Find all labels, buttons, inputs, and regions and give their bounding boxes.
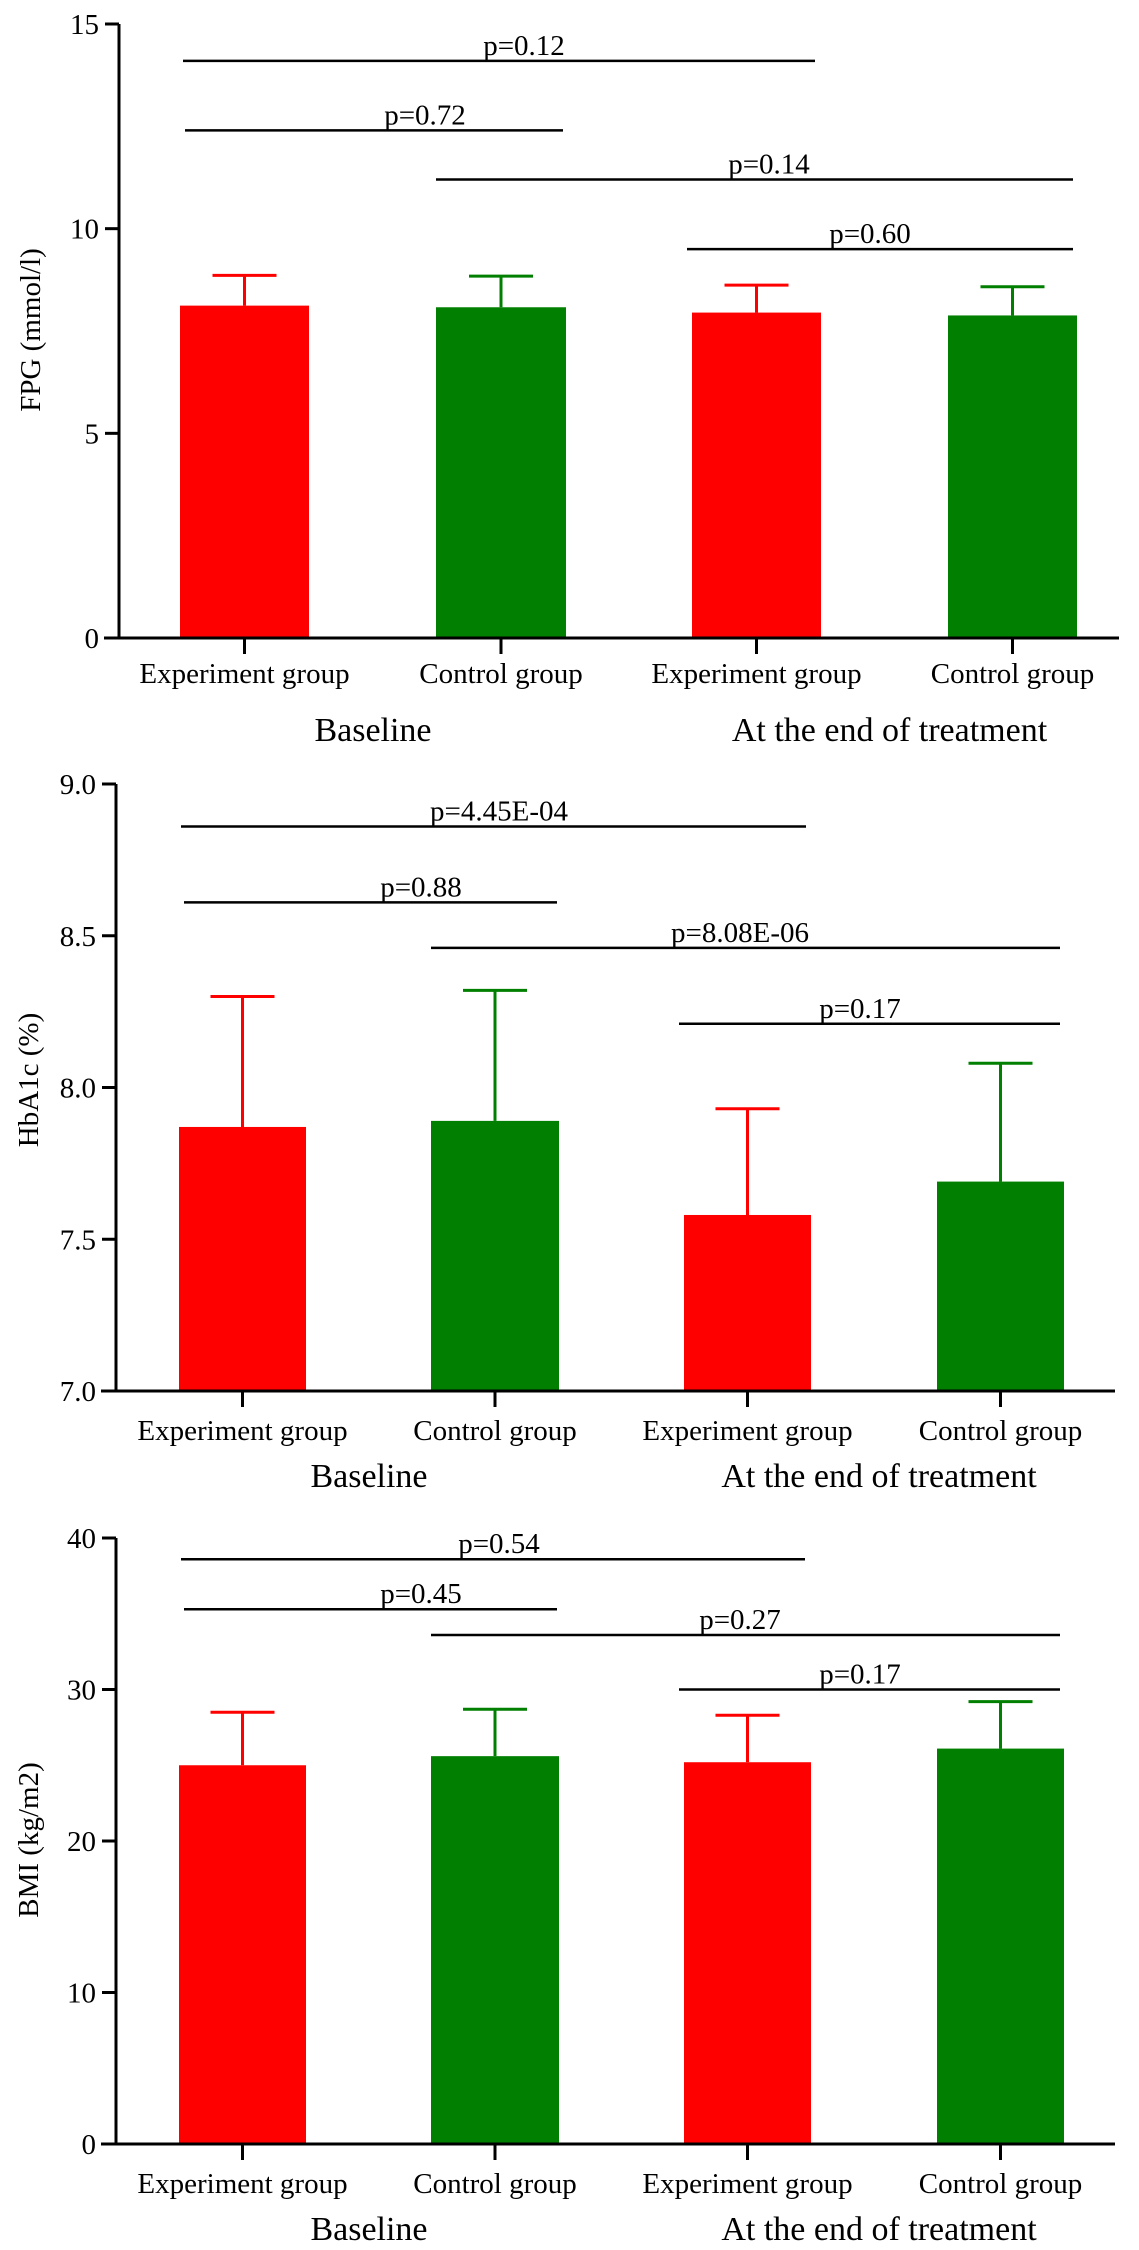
p-value-label: p=4.45E-04 bbox=[430, 795, 568, 827]
bar bbox=[431, 1120, 559, 1391]
y-tick-label: 7.5 bbox=[60, 1224, 96, 1256]
group-label-end-of-treatment: At the end of treatment bbox=[732, 712, 1048, 749]
x-tick-label: Control group bbox=[413, 1415, 577, 1447]
bar bbox=[948, 315, 1077, 638]
y-tick-label: 10 bbox=[67, 1978, 96, 2010]
x-tick-label: Control group bbox=[919, 2168, 1083, 2200]
p-value-label: p=0.12 bbox=[483, 30, 565, 62]
bar bbox=[692, 312, 821, 638]
p-value-label: p=0.27 bbox=[699, 1604, 781, 1636]
bar bbox=[684, 1762, 811, 2144]
y-tick-label: 8.5 bbox=[60, 921, 96, 953]
y-tick-label: 0 bbox=[82, 2129, 97, 2161]
y-tick-label: 10 bbox=[70, 214, 99, 246]
bar bbox=[937, 1748, 1064, 2144]
y-tick-label: 15 bbox=[70, 9, 99, 41]
group-label-baseline: Baseline bbox=[310, 2211, 427, 2248]
x-tick-label: Experiment group bbox=[651, 658, 861, 690]
p-value-label: p=0.45 bbox=[380, 1578, 462, 1610]
bar bbox=[431, 1756, 559, 2144]
p-value-label: p=0.14 bbox=[728, 149, 810, 181]
y-axis-title: HbA1c (%) bbox=[13, 1013, 45, 1147]
bar bbox=[179, 1765, 306, 2144]
y-tick-label: 8.0 bbox=[60, 1073, 96, 1105]
x-tick-label: Control group bbox=[419, 658, 583, 690]
y-tick-label: 20 bbox=[67, 1826, 96, 1858]
bar bbox=[684, 1214, 811, 1391]
x-tick-label: Experiment group bbox=[137, 2168, 347, 2200]
x-tick-label: Experiment group bbox=[137, 1415, 347, 1447]
p-value-label: p=0.60 bbox=[829, 218, 911, 250]
bar bbox=[937, 1181, 1064, 1391]
x-tick-label: Control group bbox=[931, 658, 1095, 690]
figure: FPG (mmol/l) Experiment group Control gr… bbox=[0, 0, 1139, 2250]
x-tick-label: Experiment group bbox=[642, 1415, 852, 1447]
group-label-baseline: Baseline bbox=[310, 1458, 427, 1495]
y-tick-label: 9.0 bbox=[60, 769, 96, 801]
p-value-label: p=0.17 bbox=[819, 1659, 901, 1691]
x-tick-label: Experiment group bbox=[642, 2168, 852, 2200]
y-tick-label: 5 bbox=[85, 418, 100, 450]
p-value-label: p=0.17 bbox=[819, 993, 901, 1025]
group-label-end-of-treatment: At the end of treatment bbox=[721, 1458, 1037, 1495]
bar bbox=[436, 307, 566, 638]
y-axis-title: BMI (kg/m2) bbox=[13, 1762, 45, 1917]
y-tick-label: 7.0 bbox=[60, 1376, 96, 1408]
group-label-baseline: Baseline bbox=[314, 712, 431, 749]
x-tick-label: Control group bbox=[919, 1415, 1083, 1447]
bar bbox=[180, 305, 309, 638]
y-axis-title: FPG (mmol/l) bbox=[15, 248, 47, 412]
y-tick-label: 0 bbox=[85, 623, 100, 655]
p-value-label: p=0.54 bbox=[458, 1528, 540, 1560]
group-label-end-of-treatment: At the end of treatment bbox=[721, 2211, 1037, 2248]
x-tick-label: Control group bbox=[413, 2168, 577, 2200]
p-value-label: p=8.08E-06 bbox=[671, 917, 809, 949]
p-value-label: p=0.72 bbox=[384, 99, 466, 131]
bar bbox=[179, 1126, 306, 1391]
y-tick-label: 30 bbox=[67, 1675, 96, 1707]
p-value-label: p=0.88 bbox=[380, 871, 462, 903]
x-tick-label: Experiment group bbox=[139, 658, 349, 690]
y-tick-label: 40 bbox=[67, 1523, 96, 1555]
